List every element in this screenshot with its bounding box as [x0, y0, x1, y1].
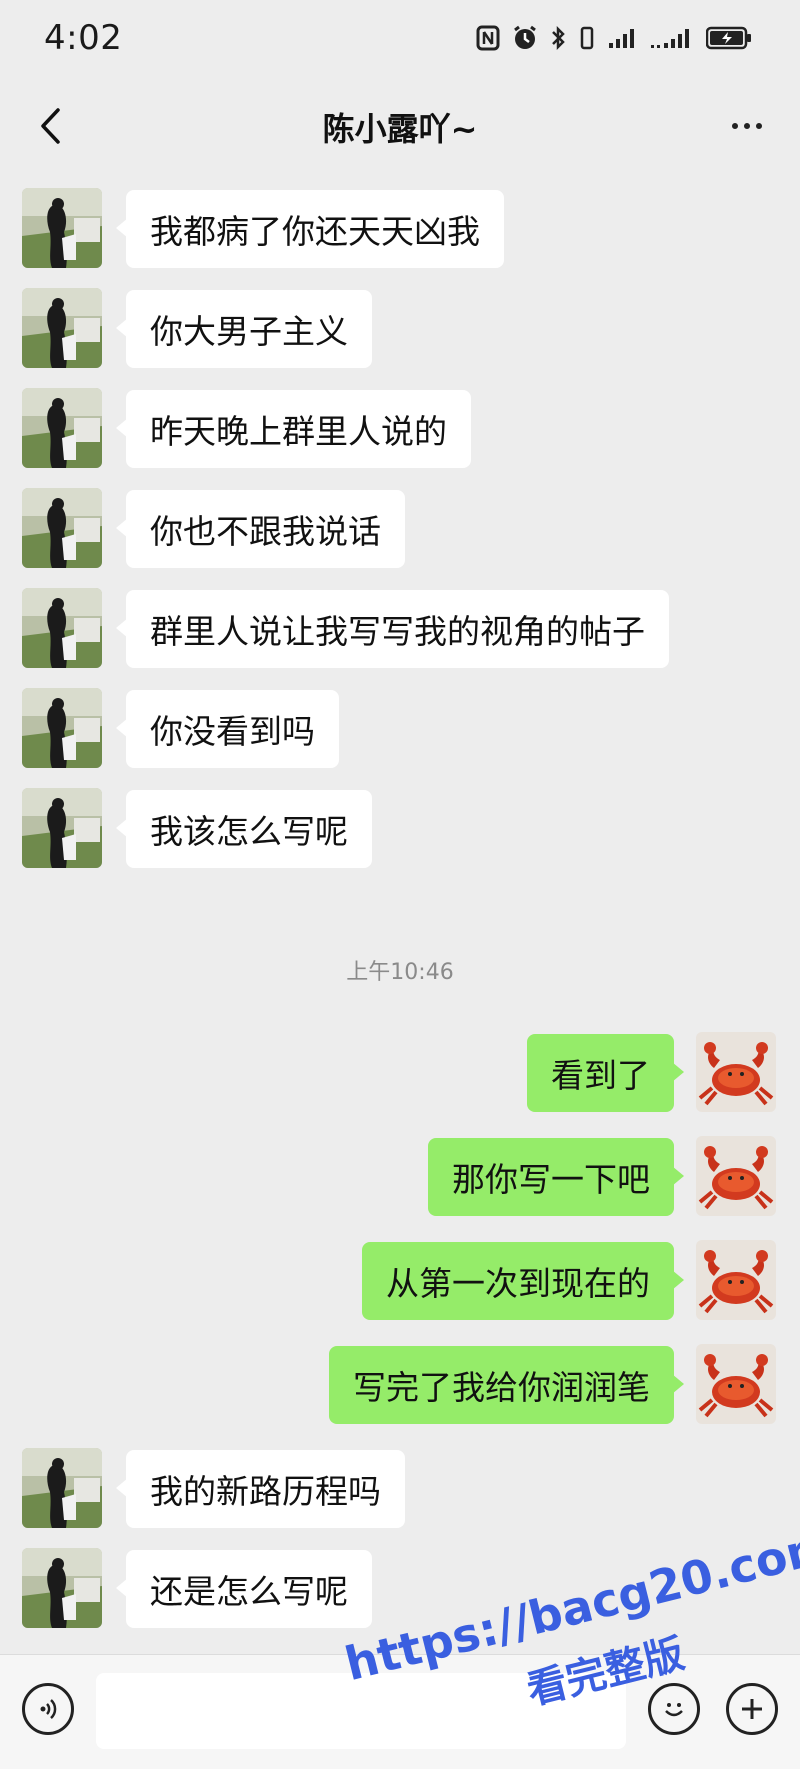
message-text: 你没看到吗	[150, 712, 315, 751]
incoming-bubble[interactable]: 我该怎么写呢	[116, 790, 372, 868]
more-dot	[732, 123, 738, 129]
message-text: 看到了	[551, 1056, 650, 1095]
vibrate-icon	[578, 24, 596, 52]
contact-avatar[interactable]	[22, 688, 102, 768]
my-avatar[interactable]	[696, 1240, 776, 1320]
incoming-bubble[interactable]: 群里人说让我写写我的视角的帖子	[116, 590, 669, 668]
outgoing-bubble[interactable]: 那你写一下吧	[428, 1138, 684, 1216]
battery-charging-icon	[706, 24, 752, 52]
plus-icon[interactable]	[726, 1683, 778, 1735]
outgoing-bubble[interactable]: 写完了我给你润润笔	[329, 1346, 684, 1424]
contact-avatar[interactable]	[22, 588, 102, 668]
message-row: 从第一次到现在的	[0, 1240, 800, 1324]
contact-avatar[interactable]	[22, 288, 102, 368]
message-text: 昨天晚上群里人说的	[150, 412, 447, 451]
message-row: 群里人说让我写写我的视角的帖子	[0, 588, 800, 672]
message-row: 你也不跟我说话	[0, 488, 800, 572]
message-text: 群里人说让我写写我的视角的帖子	[150, 612, 645, 651]
message-text: 我都病了你还天天凶我	[150, 212, 480, 251]
chat-header: 陈小露吖~	[0, 82, 800, 174]
nfc-icon	[476, 24, 500, 52]
status-bar: 4:02	[0, 0, 800, 82]
message-row: 写完了我给你润润笔	[0, 1344, 800, 1428]
input-bar	[0, 1654, 800, 1769]
message-row: 你没看到吗	[0, 688, 800, 772]
my-avatar[interactable]	[696, 1136, 776, 1216]
outgoing-bubble[interactable]: 从第一次到现在的	[362, 1242, 684, 1320]
message-text: 你大男子主义	[150, 312, 348, 351]
incoming-bubble[interactable]: 昨天晚上群里人说的	[116, 390, 471, 468]
contact-avatar[interactable]	[22, 788, 102, 868]
contact-avatar[interactable]	[22, 1448, 102, 1528]
message-text: 从第一次到现在的	[386, 1264, 650, 1303]
chat-title: 陈小露吖~	[322, 110, 478, 148]
message-text: 还是怎么写呢	[150, 1572, 348, 1611]
message-list: 我都病了你还天天凶我 你大男子主义 昨天晚上群里人说的 你也不跟我说话 群里人说…	[0, 174, 800, 1654]
contact-avatar[interactable]	[22, 188, 102, 268]
incoming-bubble[interactable]: 还是怎么写呢	[116, 1550, 372, 1628]
incoming-bubble[interactable]: 你没看到吗	[116, 690, 339, 768]
alarm-icon	[512, 24, 538, 52]
my-avatar[interactable]	[696, 1032, 776, 1112]
contact-avatar[interactable]	[22, 1548, 102, 1628]
incoming-bubble[interactable]: 我都病了你还天天凶我	[116, 190, 504, 268]
message-row: 还是怎么写呢	[0, 1548, 800, 1632]
emoji-icon[interactable]	[648, 1683, 700, 1735]
message-row: 那你写一下吧	[0, 1136, 800, 1220]
message-text: 那你写一下吧	[452, 1160, 650, 1199]
voice-icon[interactable]	[22, 1683, 74, 1735]
signal-icon	[608, 24, 638, 52]
message-row: 看到了	[0, 1032, 800, 1116]
message-row: 昨天晚上群里人说的	[0, 388, 800, 472]
status-icons	[476, 24, 752, 52]
chat-screen: 4:02 陈小露吖~ 我都病了你还天天凶我 你大男子主义 昨天晚上群里人说的 你…	[0, 0, 800, 1769]
message-row: 我的新路历程吗	[0, 1448, 800, 1532]
my-avatar[interactable]	[696, 1344, 776, 1424]
message-row: 我该怎么写呢	[0, 788, 800, 872]
message-timestamp: 上午10:46	[346, 960, 454, 985]
outgoing-bubble[interactable]: 看到了	[527, 1034, 684, 1112]
message-text: 你也不跟我说话	[150, 512, 381, 551]
bluetooth-icon	[550, 24, 566, 52]
signal-2-icon	[650, 24, 694, 52]
message-text: 写完了我给你润润笔	[353, 1368, 650, 1407]
message-input[interactable]	[96, 1673, 626, 1749]
incoming-bubble[interactable]: 你大男子主义	[116, 290, 372, 368]
more-dot	[756, 123, 762, 129]
message-row: 你大男子主义	[0, 288, 800, 372]
contact-avatar[interactable]	[22, 388, 102, 468]
message-text: 我的新路历程吗	[150, 1472, 381, 1511]
incoming-bubble[interactable]: 你也不跟我说话	[116, 490, 405, 568]
more-icon[interactable]	[722, 106, 772, 146]
message-text: 我该怎么写呢	[150, 812, 348, 851]
incoming-bubble[interactable]: 我的新路历程吗	[116, 1450, 405, 1528]
contact-avatar[interactable]	[22, 488, 102, 568]
more-dot	[744, 123, 750, 129]
message-row: 我都病了你还天天凶我	[0, 188, 800, 272]
status-time: 4:02	[44, 18, 123, 58]
